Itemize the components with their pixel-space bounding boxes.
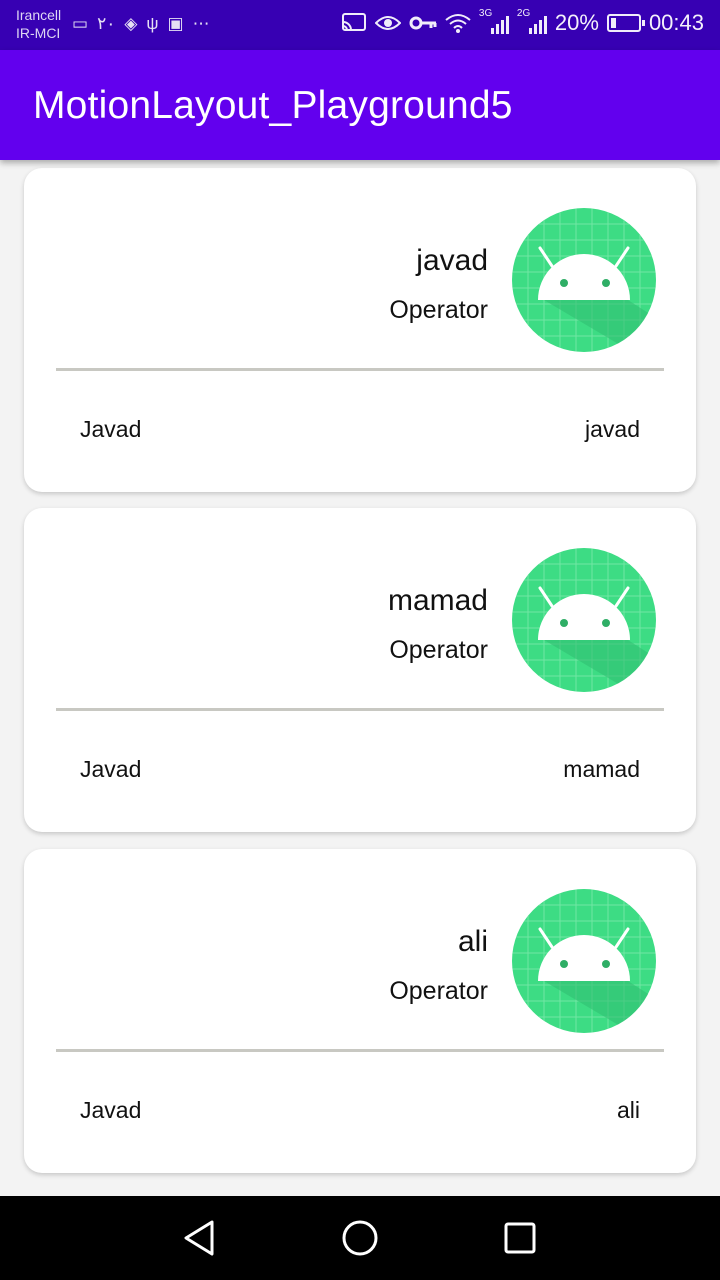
screen: Irancell IR-MCI ▭ ۲۰ ◈ ψ ▣ ⋯ 3G 2G 20% 0… <box>0 0 720 1280</box>
card-role: Operator <box>389 636 488 664</box>
app-title: MotionLayout_Playground5 <box>33 84 513 127</box>
card-divider <box>56 368 664 371</box>
cast-icon <box>341 13 366 31</box>
user-card[interactable]: javad Operator Javad javad <box>24 168 696 492</box>
video-icon: ▭ <box>72 14 89 33</box>
home-circle-icon[interactable] <box>338 1216 382 1260</box>
signal-3g-icon: 3G <box>479 8 509 36</box>
card-list[interactable]: javad Operator Javad javad mamad Operato… <box>0 160 720 1196</box>
battery-percent: 20% <box>554 10 599 35</box>
card-name: javad <box>416 244 488 277</box>
user-card[interactable]: mamad Operator Javad mamad <box>24 508 696 832</box>
eye-icon <box>374 16 401 30</box>
key-icon <box>409 16 437 30</box>
clock: 00:43 <box>648 10 704 35</box>
card-name: mamad <box>387 584 488 617</box>
persian-digits-icon: ۲۰ <box>97 14 116 33</box>
back-triangle-icon[interactable] <box>178 1216 222 1260</box>
app-bar: MotionLayout_Playground5 <box>0 50 720 160</box>
navigation-bar <box>0 1196 720 1280</box>
battery-icon <box>606 14 645 32</box>
card-footer-right: ali <box>616 1097 640 1123</box>
card-footer-left: Javad <box>80 1097 142 1123</box>
android-avatar-icon <box>512 889 656 1033</box>
card-footer-right: javad <box>585 416 640 442</box>
image-icon: ▣ <box>167 14 184 33</box>
card-role: Operator <box>389 296 488 324</box>
card-footer-left: Javad <box>80 756 142 782</box>
user-card[interactable]: ali Operator Javad ali <box>24 849 696 1173</box>
card-footer-right: mamad <box>563 756 640 782</box>
android-avatar-icon <box>512 548 656 692</box>
usb-icon: ψ <box>146 14 159 33</box>
card-name: ali <box>457 925 488 958</box>
wifi-icon <box>445 14 471 33</box>
battery-fill <box>610 18 616 28</box>
notification-icons: ▭ ۲۰ ◈ ψ ▣ ⋯ <box>72 14 210 34</box>
card-divider <box>56 1049 664 1052</box>
more-icon: ⋯ <box>192 14 210 33</box>
signal-2g-icon: 2G <box>517 8 547 36</box>
carrier-line1: Irancell <box>16 7 62 23</box>
card-divider <box>56 708 664 711</box>
system-icons: 3G 2G 20% 00:43 <box>341 8 704 38</box>
carrier-line2: IR-MCI <box>16 25 61 41</box>
card-role: Operator <box>389 977 488 1005</box>
carrier-label: Irancell IR-MCI <box>16 6 61 42</box>
status-bar: Irancell IR-MCI ▭ ۲۰ ◈ ψ ▣ ⋯ 3G 2G 20% 0… <box>0 0 720 50</box>
recents-square-icon[interactable] <box>498 1216 542 1260</box>
diamond-icon: ◈ <box>124 14 138 33</box>
android-avatar-icon <box>512 208 656 352</box>
card-footer-left: Javad <box>80 416 142 442</box>
